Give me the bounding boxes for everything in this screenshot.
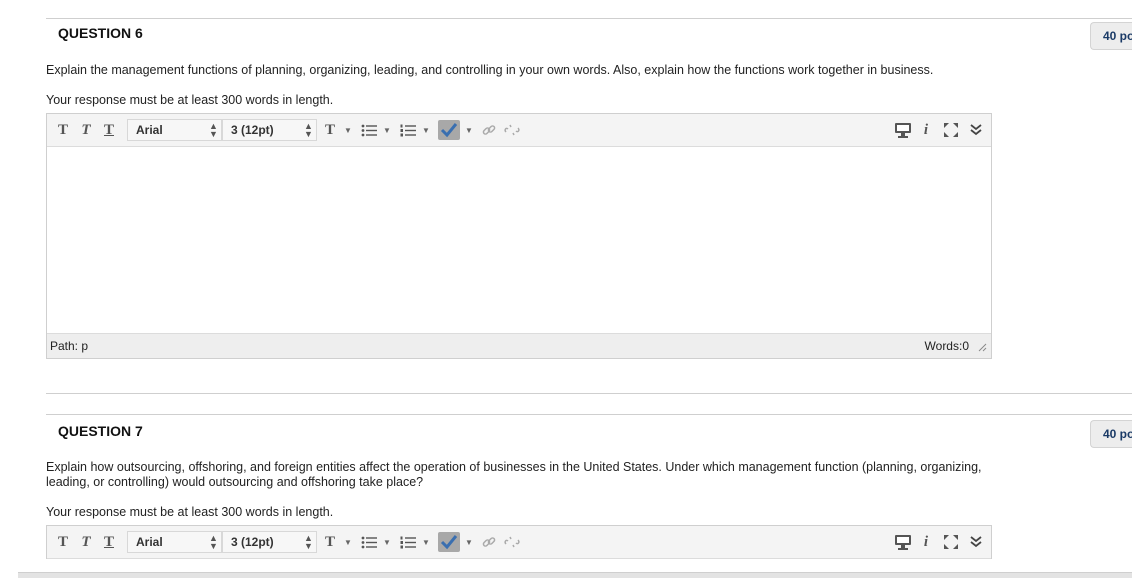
editor-word-count: Words:0 [924, 339, 969, 353]
question-7-top-divider [46, 414, 1132, 415]
font-size-value: 3 (12pt) [231, 535, 274, 549]
spellcheck-icon[interactable] [437, 114, 461, 146]
italic-icon[interactable]: T [77, 526, 95, 558]
bold-icon[interactable]: T [54, 526, 72, 558]
expand-toolbar-icon[interactable] [967, 114, 985, 146]
numbered-list-caret-icon[interactable]: ▼ [422, 114, 430, 146]
font-family-select[interactable]: Arial ▲▼ [127, 531, 222, 553]
preview-icon[interactable] [893, 114, 913, 146]
font-family-value: Arial [136, 123, 163, 137]
question-7-text: Explain how outsourcing, offshoring, and… [46, 460, 982, 489]
question-6-requirement: Your response must be at least 300 words… [46, 93, 334, 107]
text-color-caret-icon[interactable]: ▼ [344, 526, 352, 558]
text-color-caret-icon[interactable]: ▼ [344, 114, 352, 146]
bullet-list-icon[interactable] [360, 114, 378, 146]
question-6-response-textarea[interactable] [47, 147, 991, 333]
question-7-divider-upper [46, 393, 1132, 394]
question-7-editor: T T T Arial ▲▼ 3 (12pt) ▲▼ T ▼ ▼ ▼ ▼ i [46, 525, 992, 559]
numbered-list-icon[interactable] [399, 114, 417, 146]
select-arrows-icon: ▲▼ [304, 121, 313, 139]
editor-toolbar: T T T Arial ▲▼ 3 (12pt) ▲▼ T ▼ ▼ ▼ ▼ i [47, 114, 991, 147]
text-color-icon[interactable]: T [321, 526, 339, 558]
info-icon[interactable]: i [919, 526, 933, 558]
fullscreen-icon[interactable] [942, 114, 960, 146]
unlink-icon[interactable] [503, 526, 521, 558]
question-7-requirement: Your response must be at least 300 words… [46, 505, 334, 519]
bold-icon[interactable]: T [54, 114, 72, 146]
question-6-title: QUESTION 6 [58, 25, 143, 41]
expand-toolbar-icon[interactable] [967, 526, 985, 558]
question-6-text: Explain the management functions of plan… [46, 63, 934, 77]
question-6-points: 40 points [1090, 22, 1132, 50]
font-family-value: Arial [136, 535, 163, 549]
spellcheck-icon[interactable] [437, 526, 461, 558]
font-size-select[interactable]: 3 (12pt) ▲▼ [222, 119, 317, 141]
info-icon[interactable]: i [919, 114, 933, 146]
spellcheck-caret-icon[interactable]: ▼ [465, 114, 473, 146]
question-7-title: QUESTION 7 [58, 423, 143, 439]
underline-icon[interactable]: T [100, 114, 118, 146]
bullet-list-caret-icon[interactable]: ▼ [383, 114, 391, 146]
font-size-value: 3 (12pt) [231, 123, 274, 137]
editor-status-bar: Path: p Words:0 [47, 333, 991, 358]
question-6-editor: T T T Arial ▲▼ 3 (12pt) ▲▼ T ▼ ▼ ▼ ▼ i P… [46, 113, 992, 359]
select-arrows-icon: ▲▼ [209, 533, 218, 551]
numbered-list-icon[interactable] [399, 526, 417, 558]
font-size-select[interactable]: 3 (12pt) ▲▼ [222, 531, 317, 553]
fullscreen-icon[interactable] [942, 526, 960, 558]
question-6-top-divider [46, 18, 1132, 19]
spellcheck-caret-icon[interactable]: ▼ [465, 526, 473, 558]
bullet-list-icon[interactable] [360, 526, 378, 558]
italic-icon[interactable]: T [77, 114, 95, 146]
unlink-icon[interactable] [503, 114, 521, 146]
link-icon[interactable] [480, 526, 498, 558]
page-bottom-scroll-edge [18, 572, 1132, 578]
text-color-icon[interactable]: T [321, 114, 339, 146]
font-family-select[interactable]: Arial ▲▼ [127, 119, 222, 141]
bullet-list-caret-icon[interactable]: ▼ [383, 526, 391, 558]
select-arrows-icon: ▲▼ [209, 121, 218, 139]
underline-icon[interactable]: T [100, 526, 118, 558]
editor-path-label: Path: p [50, 339, 89, 353]
editor-toolbar: T T T Arial ▲▼ 3 (12pt) ▲▼ T ▼ ▼ ▼ ▼ i [47, 526, 991, 559]
link-icon[interactable] [480, 114, 498, 146]
select-arrows-icon: ▲▼ [304, 533, 313, 551]
resize-grip-icon[interactable] [977, 341, 987, 355]
preview-icon[interactable] [893, 526, 913, 558]
question-7-points: 40 points [1090, 420, 1132, 448]
numbered-list-caret-icon[interactable]: ▼ [422, 526, 430, 558]
